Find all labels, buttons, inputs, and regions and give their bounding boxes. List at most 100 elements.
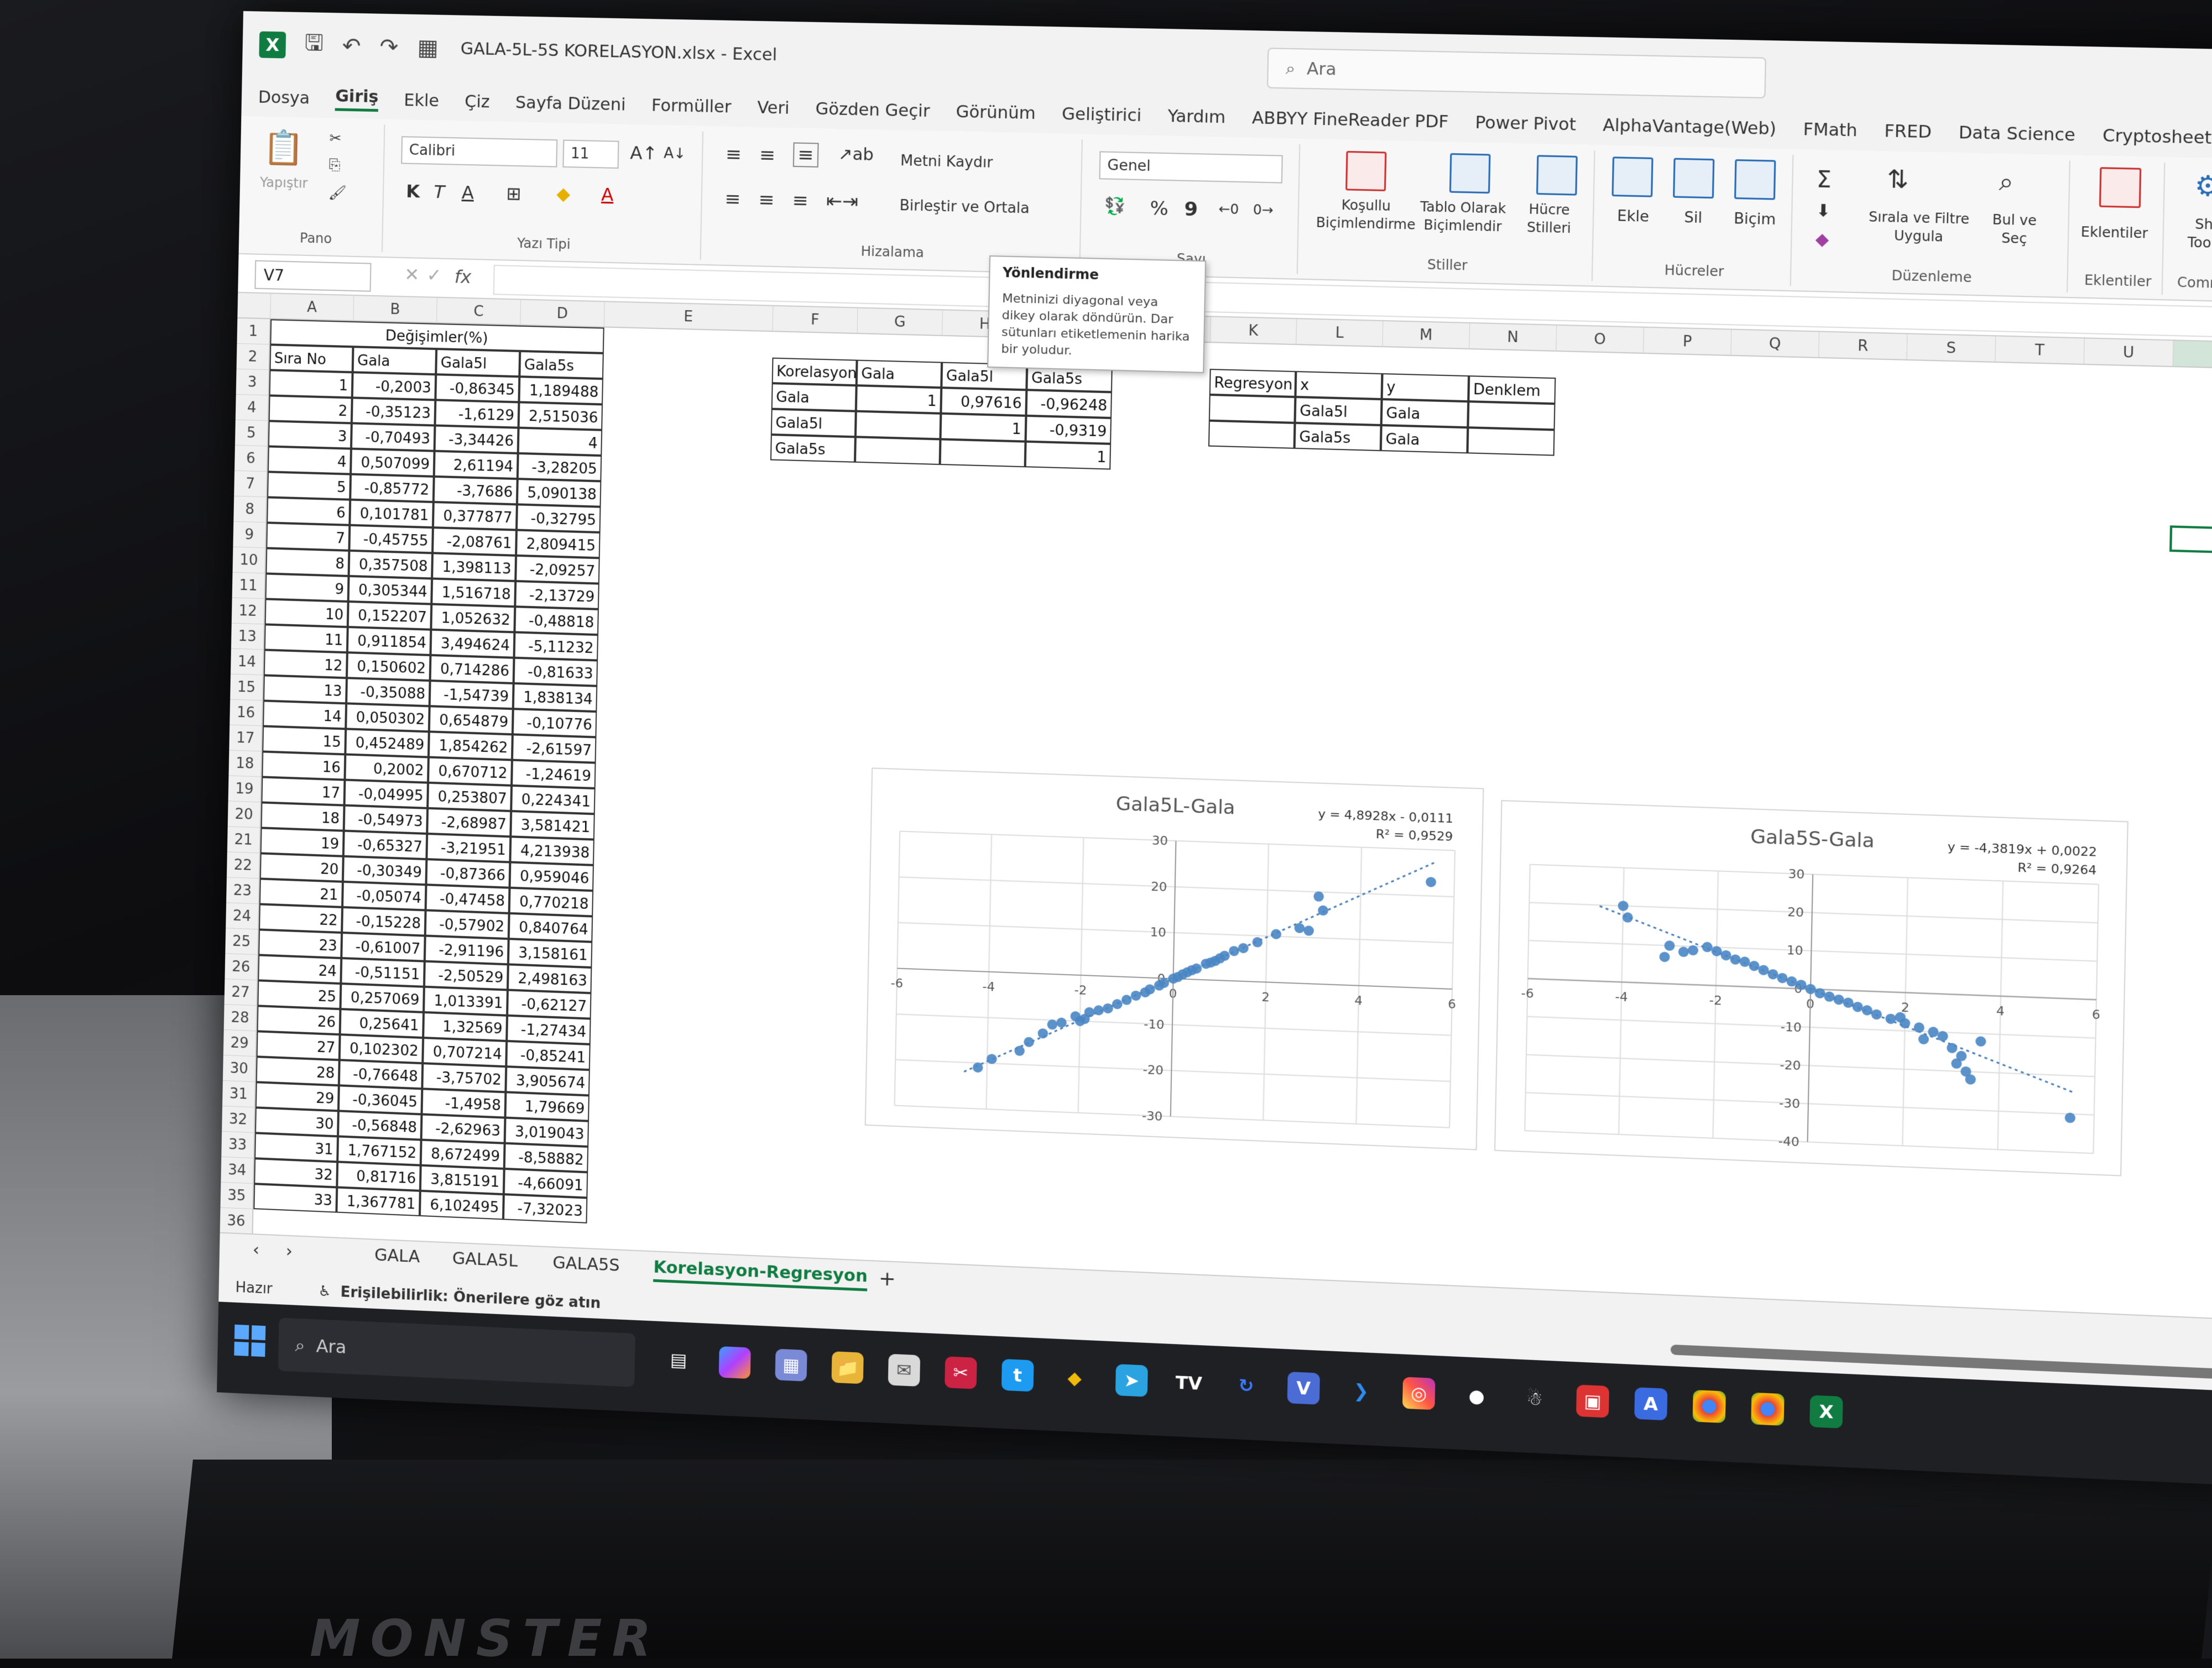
corr-matrix-title[interactable]: Korelasyon Matrisi xyxy=(772,358,857,385)
table-cell[interactable]: -2,68987 xyxy=(427,808,511,836)
vscode-icon[interactable]: ❯ xyxy=(1345,1374,1378,1408)
table-cell[interactable]: -3,21951 xyxy=(426,834,510,862)
corr-cell[interactable] xyxy=(855,411,941,440)
font-color-icon[interactable]: A xyxy=(601,184,614,206)
table-cell[interactable]: -0,57902 xyxy=(425,910,509,939)
row-header[interactable]: 16 xyxy=(229,699,263,726)
table-column-header[interactable]: Gala5s xyxy=(519,351,603,379)
show-toolpak-button[interactable]: Show ToolPak xyxy=(2187,215,2212,253)
menu-tab-1[interactable]: Giriş xyxy=(335,86,379,112)
row-header[interactable]: 21 xyxy=(227,827,261,853)
row-header[interactable]: 23 xyxy=(226,877,260,904)
table-cell[interactable]: -1,27434 xyxy=(507,1016,591,1044)
regression-equation-header[interactable]: Denklem xyxy=(1468,375,1556,404)
table-cell[interactable]: 0,507099 xyxy=(351,449,434,477)
table-cell[interactable]: 1 xyxy=(269,370,353,398)
table-cell[interactable]: -2,61597 xyxy=(512,734,596,762)
orientation-icon[interactable]: ↗ab xyxy=(838,144,874,165)
table-cell[interactable]: 0,377877 xyxy=(433,502,517,530)
table-cell[interactable]: -0,30349 xyxy=(343,856,426,885)
row-header[interactable]: 14 xyxy=(231,649,264,676)
align-middle-icon[interactable]: ≡ xyxy=(759,144,776,166)
row-header[interactable]: 34 xyxy=(221,1157,254,1184)
menu-tab-4[interactable]: Sayfa Düzeni xyxy=(515,93,626,114)
table-cell[interactable]: -0,85241 xyxy=(506,1041,590,1070)
table-cell[interactable]: 1,398113 xyxy=(432,553,516,581)
table-cell[interactable]: 3,494624 xyxy=(430,630,514,658)
find-select-icon[interactable]: ⌕ xyxy=(1999,167,2013,196)
table-cell[interactable]: 1,767152 xyxy=(337,1136,421,1165)
row-header[interactable]: 30 xyxy=(223,1055,257,1082)
next-sheet-icon[interactable]: › xyxy=(286,1242,293,1262)
column-header-K[interactable]: K xyxy=(1211,317,1297,345)
row-header[interactable]: 2 xyxy=(237,344,270,370)
form-icon[interactable]: ▦ xyxy=(417,35,439,61)
menu-tab-5[interactable]: Formüller xyxy=(651,96,732,117)
row-header[interactable]: 11 xyxy=(232,573,266,599)
corr-column-header[interactable]: Gala xyxy=(857,360,942,388)
table-cell[interactable]: 1,854262 xyxy=(429,731,513,760)
table-cell[interactable]: -0,04995 xyxy=(345,780,428,808)
column-header-P[interactable]: P xyxy=(1644,328,1731,356)
chrome-profile-icon[interactable] xyxy=(1751,1393,1784,1426)
table-cell[interactable]: 22 xyxy=(259,904,342,933)
table-cell[interactable]: -2,13729 xyxy=(515,581,599,609)
table-cell[interactable]: 6 xyxy=(267,497,350,525)
mail-icon[interactable]: ✉ xyxy=(888,1354,920,1387)
table-cell[interactable]: -0,87366 xyxy=(426,859,510,888)
corr-cell[interactable]: Gala xyxy=(771,383,857,411)
scanner-icon[interactable]: ▣ xyxy=(1576,1384,1609,1418)
table-cell[interactable]: -1,24619 xyxy=(512,760,596,788)
table-cell[interactable]: 8 xyxy=(265,548,349,576)
menu-tab-11[interactable]: ABBYY FineReader PDF xyxy=(1252,108,1449,132)
row-header[interactable]: 7 xyxy=(234,471,268,498)
corr-cell[interactable]: 1 xyxy=(856,385,941,414)
row-header[interactable]: 4 xyxy=(236,395,269,421)
regression-x-cell[interactable]: Gala5l xyxy=(1295,397,1382,425)
regression-equation-cell[interactable] xyxy=(1467,427,1554,456)
table-cell[interactable]: 0,224341 xyxy=(511,786,595,814)
cond-format-button[interactable]: Koşullu Biçimlendirme xyxy=(1316,195,1416,233)
menu-tab-8[interactable]: Görünüm xyxy=(956,102,1036,123)
table-cell[interactable]: 1,79669 xyxy=(505,1092,589,1121)
column-header-V[interactable]: V xyxy=(2173,341,2212,369)
windows-start-icon[interactable] xyxy=(234,1325,265,1357)
format-cells-icon[interactable] xyxy=(1734,159,1776,200)
corr-cell[interactable] xyxy=(855,437,940,465)
column-header-C[interactable]: C xyxy=(437,298,521,326)
font-size-select[interactable]: 11 xyxy=(562,140,619,169)
autosum-icon[interactable]: Σ xyxy=(1816,166,1832,193)
table-cell[interactable]: 9 xyxy=(265,573,349,602)
format-painter-icon[interactable]: 🖌 xyxy=(328,185,347,202)
selected-cell-v7[interactable] xyxy=(2169,525,2212,554)
find-select-button[interactable]: Bul ve Seç xyxy=(1992,211,2037,248)
table-cell[interactable]: 20 xyxy=(260,853,343,881)
table-cell[interactable]: 0,050302 xyxy=(346,703,429,731)
align-center-icon[interactable]: ≡ xyxy=(758,189,775,211)
table-cell[interactable]: 0,714286 xyxy=(430,655,514,683)
sort-filter-button[interactable]: Sırala ve Filtre Uygula xyxy=(1868,208,1969,247)
menu-tab-12[interactable]: Power Pivot xyxy=(1475,113,1576,135)
row-header[interactable]: 31 xyxy=(222,1081,256,1107)
row-header[interactable]: 28 xyxy=(224,1005,258,1031)
align-right-icon[interactable]: ≡ xyxy=(792,189,808,212)
regression-x-header[interactable]: x xyxy=(1295,371,1382,399)
table-cell[interactable]: -0,15228 xyxy=(342,907,425,936)
tab-korelasyon-regresyon[interactable]: Korelasyon-Regresyon xyxy=(653,1257,868,1291)
column-header-E[interactable]: E xyxy=(604,302,774,332)
table-cell[interactable]: 4,213938 xyxy=(510,836,594,865)
addins-button[interactable]: Eklentiler xyxy=(2081,224,2148,242)
format-cells-button[interactable]: Biçim xyxy=(1734,211,1776,229)
regression-x-cell[interactable]: Gala5s xyxy=(1295,423,1381,451)
table-cell[interactable]: 14 xyxy=(263,700,346,729)
column-header-L[interactable]: L xyxy=(1296,319,1383,347)
worksheet-grid[interactable]: ABCDEFGHIJKLMNOPQRSTUVW12345678910111213… xyxy=(220,293,2212,1320)
delete-cells-icon[interactable] xyxy=(1673,158,1714,199)
corr-cell[interactable]: 0,97616 xyxy=(941,388,1026,416)
table-cell[interactable]: 0,707214 xyxy=(422,1038,507,1066)
table-cell[interactable]: 29 xyxy=(255,1082,339,1111)
table-cell[interactable]: 1,013391 xyxy=(424,987,508,1016)
table-cell[interactable]: 32 xyxy=(254,1158,337,1187)
format-table-button[interactable]: Tablo Olarak Biçimlendir xyxy=(1420,198,1506,236)
table-cell[interactable]: -8,58882 xyxy=(504,1143,588,1172)
